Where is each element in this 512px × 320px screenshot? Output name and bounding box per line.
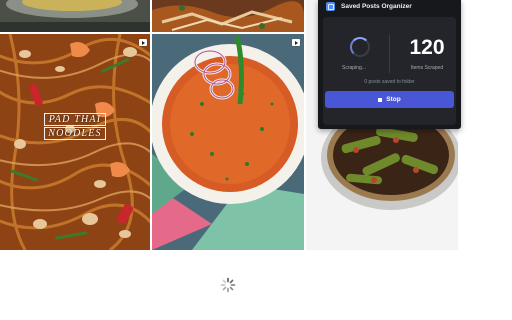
saved-to-folder-status: 0 posts saved to folder xyxy=(323,79,456,85)
stats-divider xyxy=(389,35,390,73)
post-tile-top-middle[interactable] xyxy=(152,0,304,32)
organizer-title: Saved Posts Organizer xyxy=(341,3,412,10)
items-scraped-count: 120 xyxy=(409,36,445,59)
post-tile-pad-thai[interactable]: PAD THAI NOODLES xyxy=(0,34,150,250)
saved-posts-organizer-popup: Saved Posts Organizer Scraping... 120 It… xyxy=(318,0,461,129)
stop-button[interactable]: Stop xyxy=(325,91,454,108)
food-photo-top-left xyxy=(0,0,150,32)
pad-thai-caption-line-1: PAD THAI xyxy=(44,113,106,126)
loading-spinner-icon xyxy=(220,277,236,293)
saved-count: 0 xyxy=(364,79,368,85)
items-scraped-label: Items Scraped xyxy=(410,65,444,71)
food-photo-top-middle xyxy=(152,0,304,32)
organizer-app-icon xyxy=(326,2,335,11)
saved-suffix: posts saved to folder xyxy=(368,79,415,85)
stop-button-label: Stop xyxy=(386,96,401,103)
scraping-status-label: Scraping... xyxy=(342,65,366,71)
post-tile-curry[interactable] xyxy=(152,34,304,250)
post-tile-top-left[interactable] xyxy=(0,0,150,32)
pad-thai-noodles-photo xyxy=(0,34,150,250)
scraping-spinner-icon xyxy=(350,37,370,57)
reel-play-icon xyxy=(139,39,147,46)
organizer-header: Saved Posts Organizer xyxy=(318,0,461,14)
curry-bowl-with-onion-rings-photo xyxy=(152,34,304,250)
reel-play-icon xyxy=(292,39,300,46)
stop-icon xyxy=(378,97,383,102)
pad-thai-caption-line-2: NOODLES xyxy=(44,127,106,140)
scrape-status-panel: Scraping... 120 Items Scraped 0 posts sa… xyxy=(323,17,456,125)
